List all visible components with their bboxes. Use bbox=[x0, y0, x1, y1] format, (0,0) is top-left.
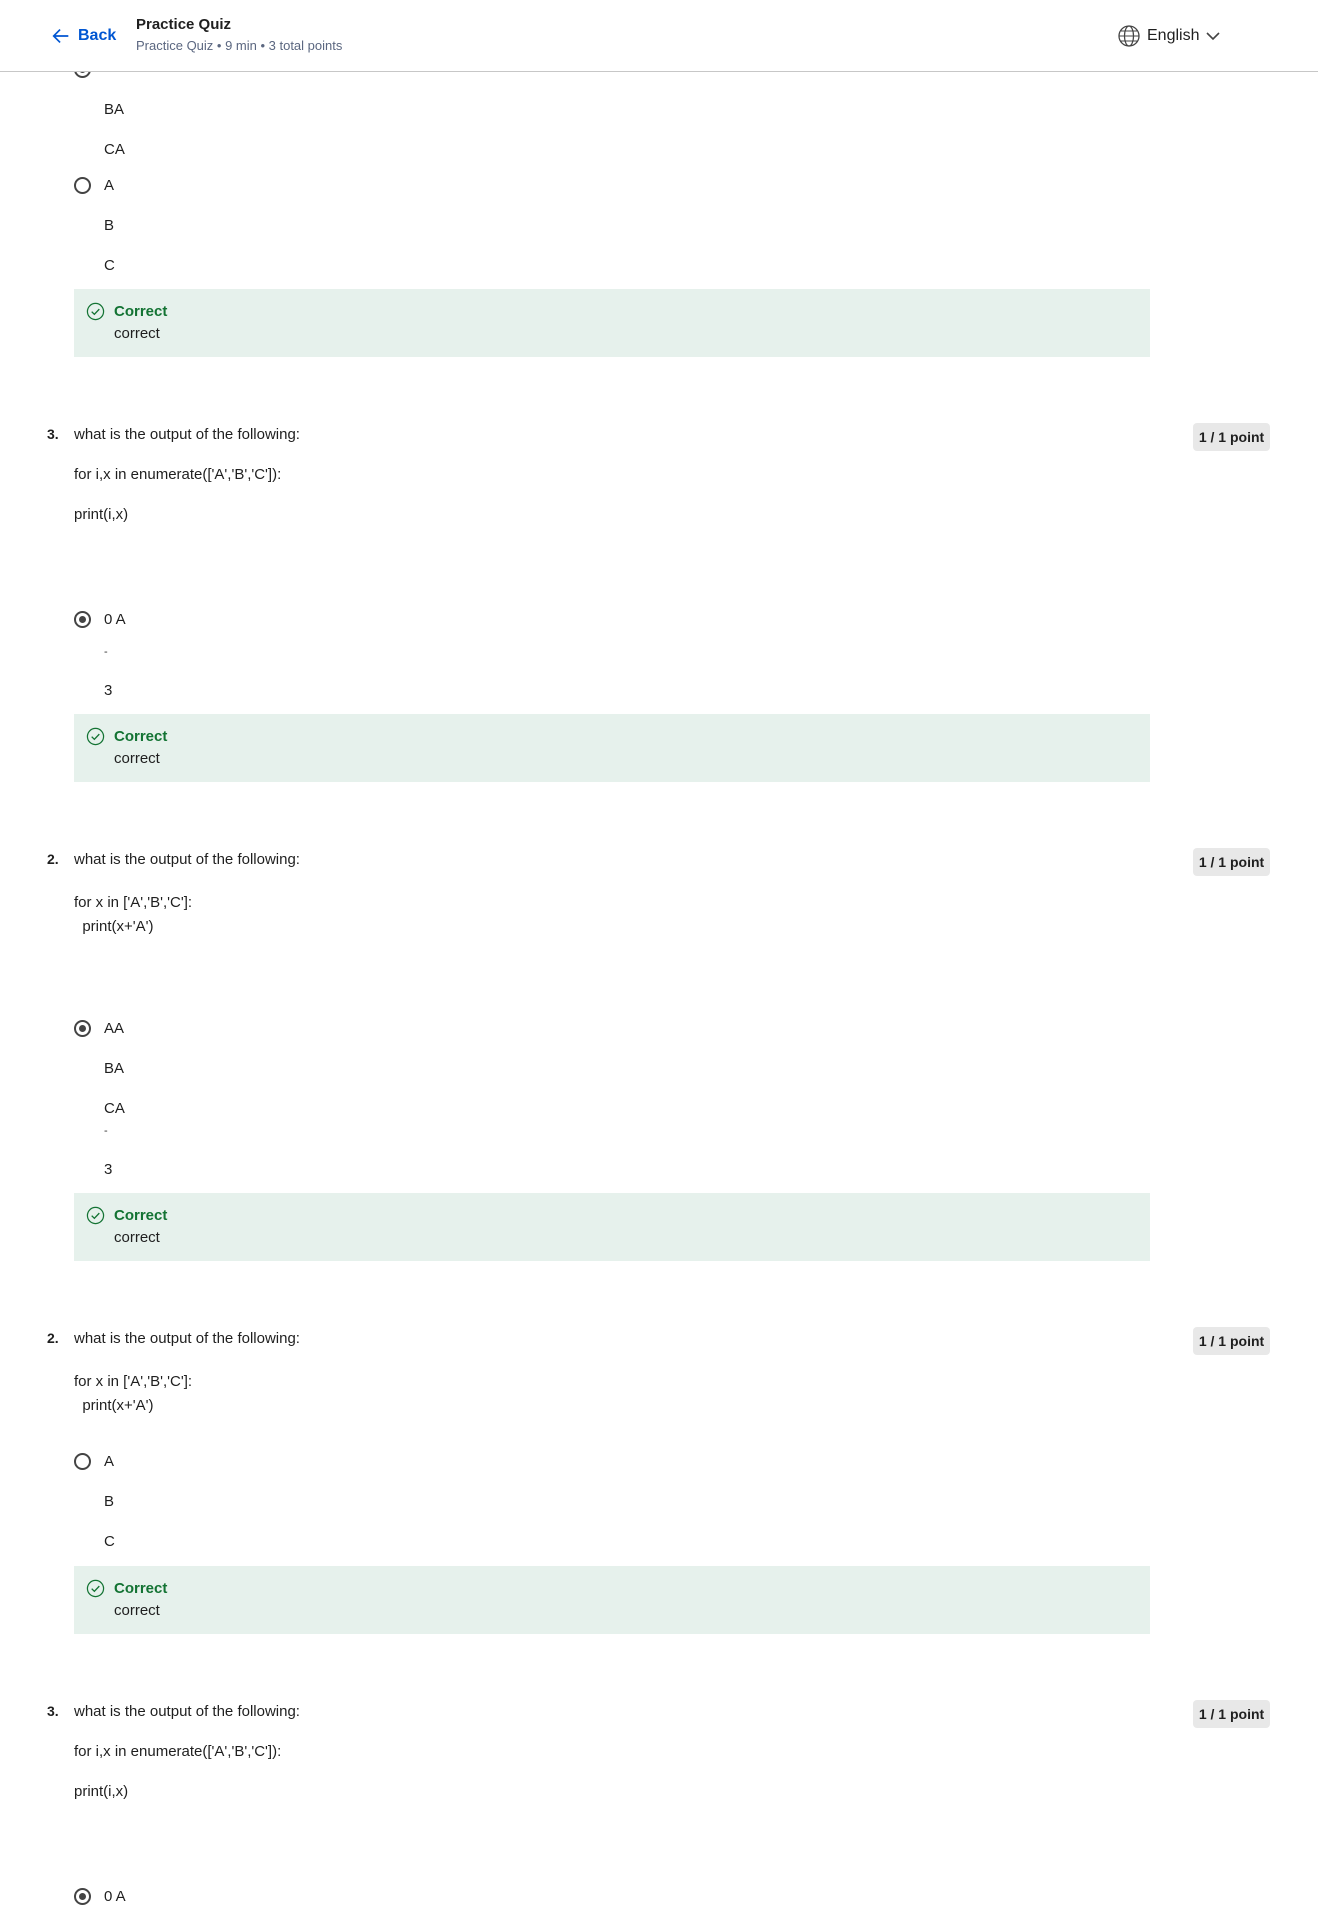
feedback-text: correct bbox=[114, 325, 160, 342]
option-text: BA bbox=[104, 1060, 125, 1077]
chevron-down-icon bbox=[1206, 32, 1221, 41]
radio-button-selected[interactable] bbox=[74, 1020, 91, 1037]
question-prompt: what is the output of the following: bbox=[74, 851, 300, 868]
option-text-a: A bbox=[104, 1453, 115, 1470]
option-text-number: 3 bbox=[104, 1161, 113, 1178]
feedback-title: Correct bbox=[114, 1207, 168, 1224]
radio-button-selected[interactable] bbox=[74, 1888, 91, 1905]
option-text-ca: CA bbox=[104, 141, 125, 158]
points-badge: 1 / 1 point bbox=[1193, 1700, 1270, 1728]
question-number: 3. bbox=[47, 426, 59, 442]
question-number: 3. bbox=[47, 1703, 59, 1719]
feedback-box: Correct correct bbox=[74, 714, 1150, 782]
option-text-b: B bbox=[104, 217, 115, 234]
top-header: Back Practice Quiz Practice Quiz • 9 min… bbox=[0, 0, 1318, 72]
option-text-c: C bbox=[104, 1533, 115, 1550]
question-number: 2. bbox=[47, 851, 59, 867]
option-text-a: A bbox=[104, 177, 115, 194]
check-circle-icon bbox=[86, 1206, 105, 1225]
feedback-box: Correct correct bbox=[74, 1566, 1150, 1634]
feedback-box: Correct correct bbox=[74, 289, 1150, 357]
option-text-ba: BA bbox=[104, 101, 125, 118]
question-code: for x in ['A','B','C']: print(x+'A') bbox=[74, 894, 193, 935]
feedback-text: correct bbox=[114, 1229, 160, 1246]
option-text: AA bbox=[104, 1020, 125, 1037]
option-text: 0 A bbox=[104, 1888, 126, 1905]
points-badge: 1 / 1 point bbox=[1193, 848, 1270, 876]
question-prompt: what is the output of the following: bbox=[74, 1330, 300, 1347]
question-code-line: for i,x in enumerate(['A','B','C']): bbox=[74, 1743, 282, 1760]
radio-button[interactable] bbox=[74, 1453, 91, 1470]
points-badge: 1 / 1 point bbox=[1193, 423, 1270, 451]
option-text-b: B bbox=[104, 1493, 115, 1510]
question-code-line: print(i,x) bbox=[74, 1783, 129, 1800]
feedback-title: Correct bbox=[114, 728, 168, 745]
arrow-left-icon bbox=[52, 28, 69, 44]
option-text-c: C bbox=[104, 257, 115, 274]
option-text: 0 A bbox=[104, 611, 126, 628]
question-code-line: print(i,x) bbox=[74, 506, 129, 523]
question-prompt: what is the output of the following: bbox=[74, 1703, 300, 1720]
language-selector[interactable]: English bbox=[1117, 23, 1221, 49]
page-title: Practice Quiz bbox=[136, 16, 232, 33]
question-code-line: for i,x in enumerate(['A','B','C']): bbox=[74, 466, 282, 483]
check-circle-icon bbox=[86, 1579, 105, 1598]
back-label: Back bbox=[78, 27, 117, 44]
question-prompt: what is the output of the following: bbox=[74, 426, 300, 443]
quiz-content: BA CA A B C Correct correct 3. what is t… bbox=[0, 0, 1318, 1932]
option-text-dash: - bbox=[104, 1125, 108, 1137]
radio-button-selected[interactable] bbox=[74, 611, 91, 628]
check-circle-icon bbox=[86, 302, 105, 321]
page-subtitle: Practice Quiz • 9 min • 3 total points bbox=[136, 38, 343, 53]
points-badge: 1 / 1 point bbox=[1193, 1327, 1270, 1355]
option-text: CA bbox=[104, 1100, 125, 1117]
check-circle-icon bbox=[86, 727, 105, 746]
feedback-title: Correct bbox=[114, 1580, 168, 1597]
feedback-box: Correct correct bbox=[74, 1193, 1150, 1261]
language-label: English bbox=[1147, 27, 1200, 44]
option-text-dash: - bbox=[104, 646, 108, 658]
feedback-text: correct bbox=[114, 1602, 160, 1619]
back-button[interactable]: Back bbox=[50, 23, 116, 49]
feedback-text: correct bbox=[114, 750, 160, 767]
question-number: 2. bbox=[47, 1330, 59, 1346]
question-code: for x in ['A','B','C']: print(x+'A') bbox=[74, 1373, 193, 1414]
feedback-title: Correct bbox=[114, 303, 168, 320]
option-text-number: 3 bbox=[104, 682, 113, 699]
globe-icon bbox=[1118, 25, 1140, 47]
radio-button-a[interactable] bbox=[74, 177, 91, 194]
